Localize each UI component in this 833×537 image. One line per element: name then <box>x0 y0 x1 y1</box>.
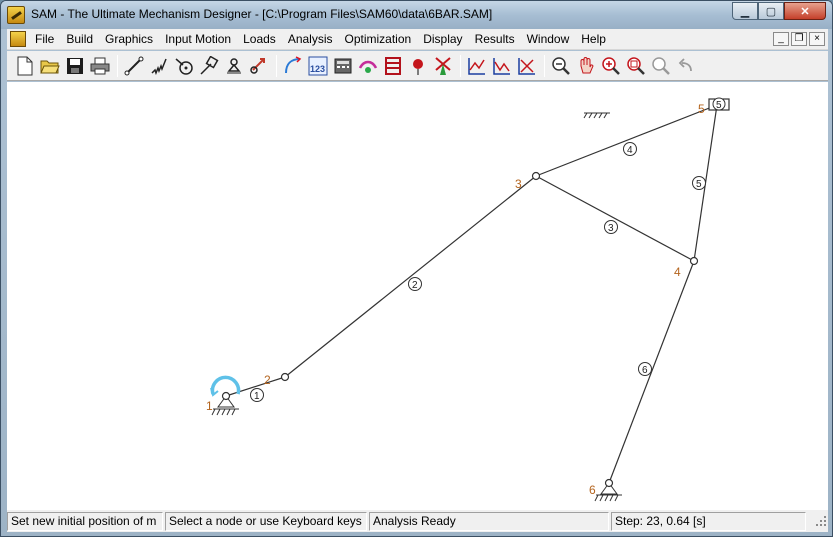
document-icon[interactable] <box>10 31 26 47</box>
link-3[interactable] <box>535 175 695 262</box>
status-hint: Set new initial position of m <box>7 511 163 531</box>
input-motion-arrow-icon <box>210 387 219 397</box>
title-bar[interactable]: SAM - The Ultimate Mechanism Designer - … <box>1 1 832 29</box>
beam-element-icon[interactable] <box>122 54 146 78</box>
xy-graph-icon[interactable] <box>465 54 489 78</box>
link-label-3: 3 <box>608 223 614 234</box>
link-6[interactable] <box>608 260 695 484</box>
spring-element-icon[interactable] <box>147 54 171 78</box>
sam-app-icon[interactable] <box>7 6 25 24</box>
link-label-2: 2 <box>412 280 418 291</box>
slider-element-icon[interactable] <box>197 54 221 78</box>
force-input-icon[interactable] <box>247 54 271 78</box>
zoom-window-icon[interactable] <box>624 54 648 78</box>
pin-icon[interactable] <box>406 54 430 78</box>
mechanism-canvas[interactable]: 1 2 3 4 5 6 1 2 3 4 5 5 6 <box>7 82 828 510</box>
input-motion-icon[interactable] <box>281 54 305 78</box>
link-label-5b-badge: 5 <box>692 176 706 190</box>
ladder-icon[interactable] <box>381 54 405 78</box>
link-label-4-badge: 4 <box>623 142 637 156</box>
ground-hatch-icon <box>583 112 610 119</box>
calculator-icon[interactable] <box>331 54 355 78</box>
svg-text:123: 123 <box>310 64 325 74</box>
menu-results[interactable]: Results <box>469 29 521 49</box>
pan-hand-icon[interactable] <box>574 54 598 78</box>
menu-optimization[interactable]: Optimization <box>339 29 418 49</box>
node-6-joint[interactable] <box>604 478 614 488</box>
node-label-5: 5 <box>698 102 705 116</box>
toolbar-separator <box>276 54 277 77</box>
menu-bar: File Build Graphics Input Motion Loads A… <box>7 29 828 50</box>
node-label-3: 3 <box>515 177 522 191</box>
menu-loads[interactable]: Loads <box>237 29 282 49</box>
document-restore-button[interactable]: ❐ <box>791 32 807 46</box>
close-button[interactable]: ✕ <box>784 2 826 20</box>
link-label-3-badge: 3 <box>604 220 618 234</box>
main-toolbar: 123 <box>7 51 828 81</box>
toolbar-separator <box>460 54 461 77</box>
minimize-button[interactable]: ▁ <box>732 2 758 20</box>
document-window-controls: _ ❐ × <box>773 32 828 46</box>
new-file-icon[interactable] <box>13 54 37 78</box>
node-3-joint[interactable] <box>531 171 541 181</box>
menu-window[interactable]: Window <box>521 29 576 49</box>
window-controls: ▁ ▢ ✕ <box>732 2 826 20</box>
gear-element-icon[interactable] <box>172 54 196 78</box>
xy-graph-2-icon[interactable] <box>490 54 514 78</box>
zoom-in-icon[interactable] <box>599 54 623 78</box>
link-4[interactable] <box>535 104 718 177</box>
link-label-6: 6 <box>642 365 648 376</box>
document-minimize-button[interactable]: _ <box>773 32 789 46</box>
status-analysis: Analysis Ready <box>369 511 609 531</box>
node-label-4: 4 <box>674 265 681 279</box>
link-label-2-badge: 2 <box>408 277 422 291</box>
node-label-6: 6 <box>589 483 596 497</box>
toolbar-separator <box>544 54 545 77</box>
fixed-support-icon[interactable] <box>222 54 246 78</box>
menu-file[interactable]: File <box>29 29 60 49</box>
menu-display[interactable]: Display <box>417 29 468 49</box>
menu-graphics[interactable]: Graphics <box>99 29 159 49</box>
link-2[interactable] <box>284 175 537 378</box>
node-label-1: 1 <box>206 399 213 413</box>
windmill-icon[interactable] <box>431 54 455 78</box>
status-instruction: Select a node or use Keyboard keys <box>165 511 367 531</box>
document-close-button[interactable]: × <box>809 32 825 46</box>
status-bar: Set new initial position of m Select a n… <box>7 510 828 532</box>
xy-graph-3-icon[interactable] <box>515 54 539 78</box>
menu-help[interactable]: Help <box>575 29 612 49</box>
mechanism-drawing[interactable]: 1 2 3 4 5 6 1 2 3 4 5 5 6 <box>7 82 828 510</box>
undo-icon[interactable] <box>674 54 698 78</box>
node-1-joint[interactable] <box>221 391 231 401</box>
link-label-4: 4 <box>627 145 633 156</box>
link-label-5-slider: 5 <box>716 100 722 111</box>
open-folder-icon[interactable] <box>38 54 62 78</box>
analysis-icon[interactable] <box>356 54 380 78</box>
save-disk-icon[interactable] <box>63 54 87 78</box>
menu-input-motion[interactable]: Input Motion <box>159 29 237 49</box>
zoom-fit-icon[interactable] <box>649 54 673 78</box>
link-label-5: 5 <box>696 179 702 190</box>
node-label-2: 2 <box>264 373 271 387</box>
menu-analysis[interactable]: Analysis <box>282 29 339 49</box>
link-label-6-badge: 6 <box>638 362 652 376</box>
menu-build[interactable]: Build <box>60 29 99 49</box>
link-label-1-badge: 1 <box>250 388 264 402</box>
application-window: SAM - The Ultimate Mechanism Designer - … <box>0 0 833 537</box>
link-label-1: 1 <box>254 391 260 402</box>
window-title: SAM - The Ultimate Mechanism Designer - … <box>31 7 493 21</box>
resize-grip-icon[interactable] <box>814 514 828 528</box>
table-123-icon[interactable]: 123 <box>306 54 330 78</box>
maximize-button[interactable]: ▢ <box>758 2 784 20</box>
zoom-out-icon[interactable] <box>549 54 573 78</box>
toolbar-separator <box>117 54 118 77</box>
print-icon[interactable] <box>88 54 112 78</box>
status-step: Step: 23, 0.64 [s] <box>611 511 806 531</box>
node-2-joint[interactable] <box>280 372 290 382</box>
node-4-joint[interactable] <box>689 256 699 266</box>
